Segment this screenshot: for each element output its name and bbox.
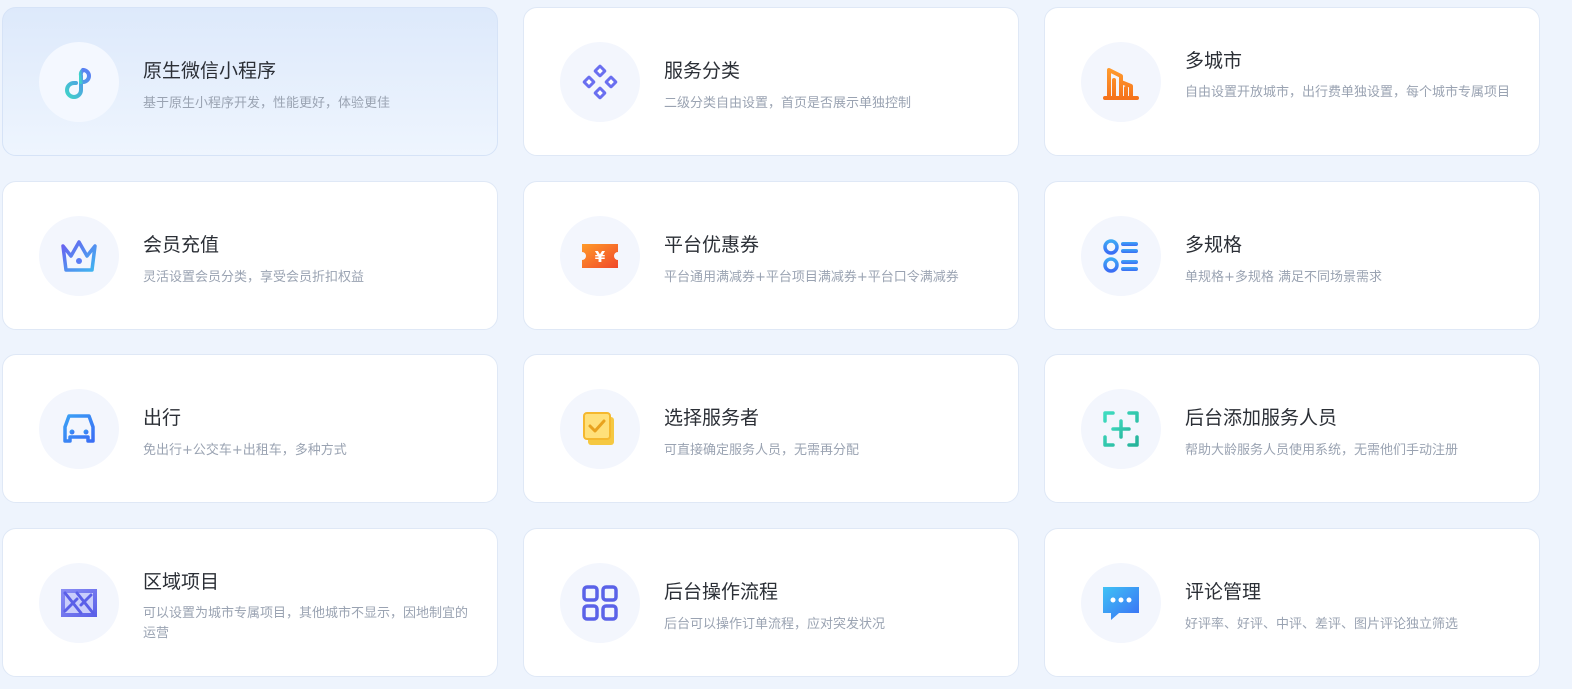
city-building-icon [1081,42,1161,122]
feature-title: 区域项目 [143,570,220,593]
feature-card-area-project[interactable]: 区域项目 可以设置为城市专属项目，其他城市不显示，因地制宜的运营 [2,527,498,677]
category-diamond-icon [560,42,640,122]
feature-card-add-staff[interactable]: 后台添加服务人员 帮助大龄服务人员使用系统，无需他们手动注册 [1044,354,1540,503]
feature-title: 多规格 [1185,233,1243,256]
feature-title: 多城市 [1185,50,1243,72]
feature-title: 平台优惠券 [664,233,760,256]
feature-card-multi-spec[interactable]: 多规格 单规格+多规格 满足不同场景需求 [1044,180,1540,330]
feature-title: 出行 [143,407,182,429]
feature-card-multi-city[interactable]: 多城市 自由设置开放城市，出行费单独设置，每个城市专属项目 [1044,7,1540,156]
car-icon [39,389,119,469]
feature-card-service-category[interactable]: 服务分类 二级分类自由设置，首页是否展示单独控制 [523,7,1019,156]
feature-desc: 帮助大龄服务人员使用系统，无需他们手动注册 [1185,443,1459,458]
feature-card-select-provider[interactable]: 选择服务者 可直接确定服务人员，无需再分配 [523,354,1019,503]
area-map-icon [39,562,119,643]
feature-card-mini-program[interactable]: 原生微信小程序 基于原生小程序开发，性能更好，体验更佳 [2,7,498,156]
feature-desc: 免出行+公交车+出租车，多种方式 [143,443,347,458]
feature-grid: 原生微信小程序 基于原生小程序开发，性能更好，体验更佳 服务分类 二级分类自由设… [2,7,1540,677]
feature-desc: 平台通用满减券+平台项目满减券+平台口令满减券 [664,269,959,285]
feature-desc: 基于原生小程序开发，性能更好，体验更佳 [143,96,391,111]
feature-desc: 好评率、好评、中评、差评、图片评论独立筛选 [1185,616,1459,632]
feature-title: 评论管理 [1185,580,1262,603]
spec-list-icon [1081,215,1161,296]
feature-desc: 单规格+多规格 满足不同场景需求 [1185,269,1383,285]
crown-icon [39,215,119,296]
feature-card-comment-manage[interactable]: 评论管理 好评率、好评、中评、差评、图片评论独立筛选 [1044,527,1540,677]
feature-card-member-recharge[interactable]: 会员充值 灵活设置会员分类，享受会员折扣权益 [2,180,498,330]
feature-title: 选择服务者 [664,407,760,429]
feature-desc: 可直接确定服务人员，无需再分配 [664,443,860,458]
feature-title: 后台操作流程 [664,580,779,603]
comment-chat-icon [1081,562,1161,643]
coupon-ticket-icon: ¥ [560,215,640,296]
feature-title: 会员充值 [143,233,220,256]
feature-card-travel[interactable]: 出行 免出行+公交车+出租车，多种方式 [2,354,498,503]
svg-text:¥: ¥ [595,248,606,266]
feature-title: 后台添加服务人员 [1185,407,1338,429]
link-icon [39,42,119,122]
workflow-grid-icon [560,562,640,643]
feature-desc: 灵活设置会员分类，享受会员折扣权益 [143,269,365,285]
feature-card-workflow[interactable]: 后台操作流程 后台可以操作订单流程，应对突发状况 [523,527,1019,677]
feature-desc: 后台可以操作订单流程，应对突发状况 [664,616,886,632]
feature-desc: 可以设置为城市专属项目，其他城市不显示，因地制宜的运营 [143,605,469,641]
add-staff-icon [1081,389,1161,469]
feature-title: 原生微信小程序 [143,60,277,82]
feature-card-coupon[interactable]: ¥ 平台优惠券 平台通用满减券+平台项目满减券+平台口令满减券 [523,180,1019,330]
feature-desc: 二级分类自由设置，首页是否展示单独控制 [664,96,912,111]
select-checkbox-icon [560,389,640,469]
feature-desc: 自由设置开放城市，出行费单独设置，每个城市专属项目 [1185,85,1511,100]
feature-title: 服务分类 [664,60,741,82]
